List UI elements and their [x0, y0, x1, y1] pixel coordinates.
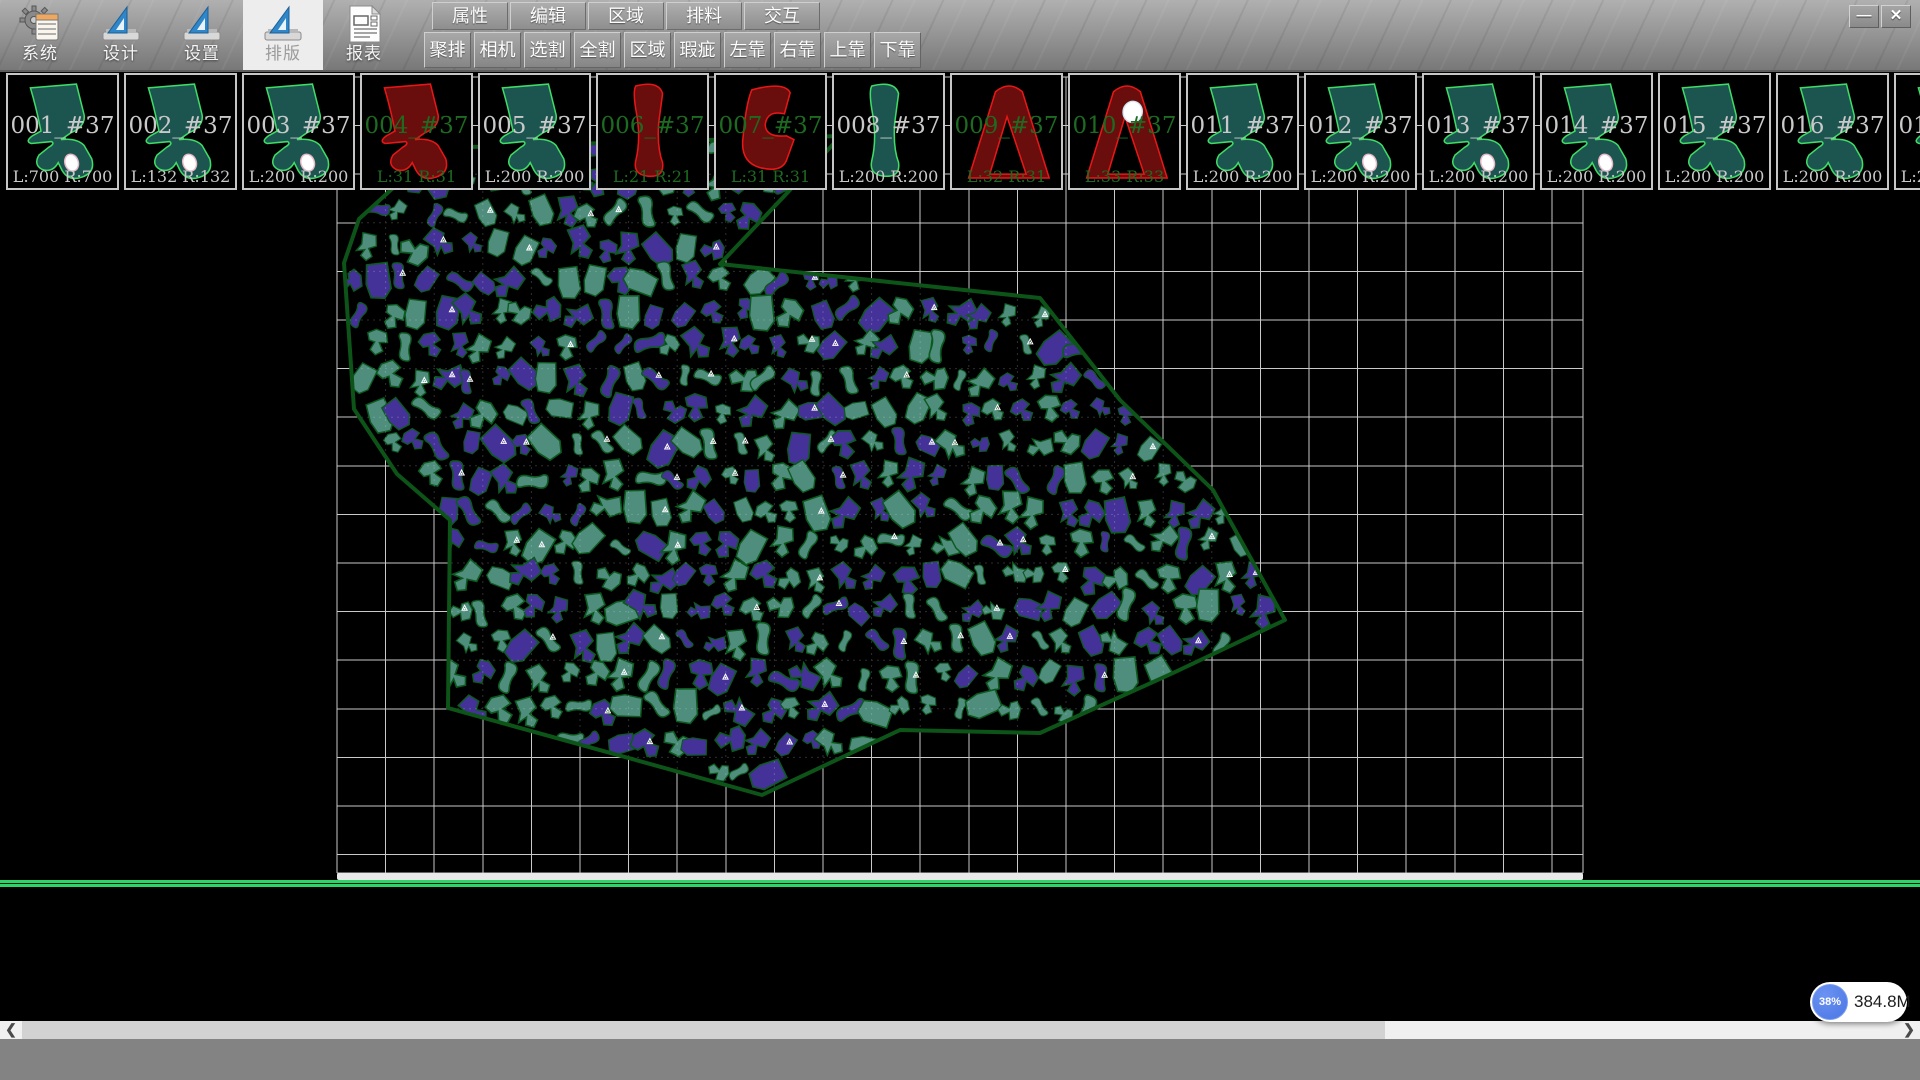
toolbar-button-label: 排版 — [243, 39, 323, 64]
ruler-icon — [180, 4, 224, 44]
piece-shape — [1905, 78, 1920, 186]
piece-thumbnail-013_#37[interactable]: 013_#37L:200 R:200 — [1422, 73, 1535, 190]
piece-shape — [1787, 78, 1879, 186]
report-icon — [342, 4, 386, 44]
piece-thumbnail-001_#37[interactable]: 001_#37L:700 R:700 — [6, 73, 119, 190]
piece-thumbnail-010_#37[interactable]: 010_#37L:33 R:33 — [1068, 73, 1181, 190]
piece-shape — [1669, 78, 1761, 186]
menu-tab-nest[interactable]: 排料 — [666, 2, 742, 30]
piece-thumbnail-008_#37[interactable]: 008_#37L:200 R:200 — [832, 73, 945, 190]
piece-thumbnail-012_#37[interactable]: 012_#37L:200 R:200 — [1304, 73, 1417, 190]
piece-thumbnail-002_#37[interactable]: 002_#37L:132 R:132 — [124, 73, 237, 190]
toolbar-button-design[interactable]: 设计 — [81, 0, 161, 70]
tool-button-snap-right[interactable]: 右靠 — [774, 32, 821, 68]
piece-thumbnail-003_#37[interactable]: 003_#37L:200 R:200 — [242, 73, 355, 190]
toolbar-button-system[interactable]: 系统 — [0, 0, 80, 70]
tool-button-cut-all[interactable]: 全割 — [574, 32, 621, 68]
piece-shape — [1433, 78, 1525, 186]
menu-tab-interaction[interactable]: 交互 — [744, 2, 820, 30]
tool-button-snap-left[interactable]: 左靠 — [724, 32, 771, 68]
tool-button-cluster-nest[interactable]: 聚排 — [424, 32, 471, 68]
piece-shape — [843, 78, 935, 186]
piece-thumbnail-017_#37[interactable]: 017_#37L:200 R:200 — [1894, 73, 1920, 190]
toolbar-button-label: 设置 — [162, 39, 242, 64]
tool-button-camera[interactable]: 相机 — [474, 32, 521, 68]
tool-button-select-cut[interactable]: 选割 — [524, 32, 571, 68]
close-button[interactable]: ✕ — [1881, 5, 1911, 28]
piece-shape — [607, 78, 699, 186]
menu-tab-edit[interactable]: 编辑 — [510, 2, 586, 30]
scrollbar-thumb[interactable] — [22, 1021, 1385, 1039]
toolbar-button-label: 报表 — [324, 39, 404, 64]
toolbar-button-label: 系统 — [0, 39, 80, 64]
piece-thumbnail-006_#37[interactable]: 006_#37L:21 R:21 — [596, 73, 709, 190]
piece-shape — [725, 78, 817, 186]
progress-circle: 38% — [1812, 984, 1848, 1020]
scroll-left-arrow[interactable]: ❮ — [0, 1021, 22, 1039]
piece-thumbnail-014_#37[interactable]: 014_#37L:200 R:200 — [1540, 73, 1653, 190]
piece-thumbnail-011_#37[interactable]: 011_#37L:200 R:200 — [1186, 73, 1299, 190]
menu-tab-properties[interactable]: 属性 — [432, 2, 508, 30]
minimize-button[interactable]: — — [1849, 5, 1879, 28]
scroll-right-arrow[interactable]: ❯ — [1898, 1021, 1920, 1039]
piece-shape — [135, 78, 227, 186]
piece-shape — [17, 78, 109, 186]
piece-shape — [961, 78, 1053, 186]
ruler-icon — [261, 4, 305, 44]
piece-shape — [1079, 78, 1171, 186]
toolbar-button-report[interactable]: 报表 — [324, 0, 404, 70]
piece-thumbnail-016_#37[interactable]: 016_#37L:200 R:200 — [1776, 73, 1889, 190]
toolbar-button-label: 设计 — [81, 39, 161, 64]
tool-button-snap-top[interactable]: 上靠 — [824, 32, 871, 68]
strip-separator — [0, 880, 1920, 887]
gear-icon — [18, 4, 62, 44]
piece-shape — [1197, 78, 1289, 186]
piece-thumbnail-005_#37[interactable]: 005_#37L:200 R:200 — [478, 73, 591, 190]
nesting-canvas[interactable] — [0, 72, 1920, 1080]
memory-value: 384.8M — [1854, 982, 1911, 1022]
canvas-scrollbar[interactable] — [337, 873, 1583, 880]
window-footer — [0, 1039, 1920, 1080]
piece-shape — [371, 78, 463, 186]
tool-button-region[interactable]: 区域 — [624, 32, 671, 68]
titlebar: 系统设计设置排版报表 属性编辑区域排料交互 聚排相机选割全割区域瑕疵左靠右靠上靠… — [0, 0, 1920, 72]
status-badge[interactable]: 38% 384.8M — [1810, 982, 1907, 1022]
piece-thumbnail-strip: 001_#37L:700 R:700002_#37L:132 R:132003_… — [0, 72, 1920, 206]
horizontal-scrollbar[interactable]: ❮ ❯ — [0, 1021, 1920, 1039]
ruler-icon — [99, 4, 143, 44]
workspace: 001_#37L:700 R:700002_#37L:132 R:132003_… — [0, 72, 1920, 1080]
toolbar-button-nesting[interactable]: 排版 — [243, 0, 323, 70]
piece-shape — [1551, 78, 1643, 186]
toolbar-button-settings[interactable]: 设置 — [162, 0, 242, 70]
piece-thumbnail-007_#37[interactable]: 007_#37L:31 R:31 — [714, 73, 827, 190]
piece-shape — [1315, 78, 1407, 186]
piece-shape — [489, 78, 581, 186]
piece-thumbnail-004_#37[interactable]: 004_#37L:31 R:31 — [360, 73, 473, 190]
menu-tab-region[interactable]: 区域 — [588, 2, 664, 30]
piece-shape — [253, 78, 345, 186]
piece-thumbnail-015_#37[interactable]: 015_#37L:200 R:200 — [1658, 73, 1771, 190]
tool-button-defect[interactable]: 瑕疵 — [674, 32, 721, 68]
piece-thumbnail-009_#37[interactable]: 009_#37L:32 R:31 — [950, 73, 1063, 190]
tool-button-snap-bottom[interactable]: 下靠 — [874, 32, 921, 68]
